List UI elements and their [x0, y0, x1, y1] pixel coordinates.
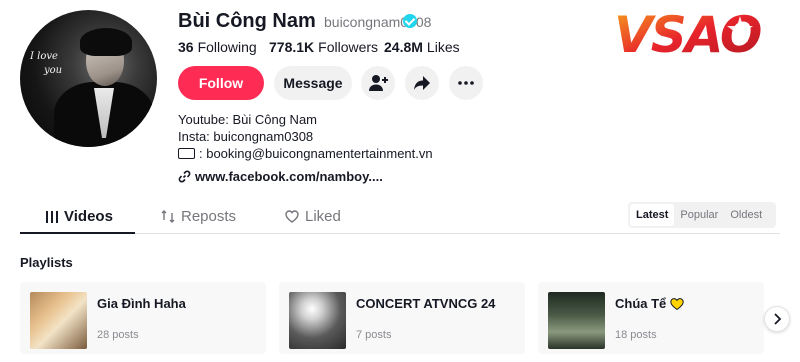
stat-following[interactable]: 36 Following	[178, 39, 257, 55]
playlists-heading: Playlists	[20, 255, 73, 270]
playlist-thumbnail	[30, 292, 87, 349]
tab-videos[interactable]: Videos	[46, 208, 113, 225]
stat-following-label: Following	[197, 39, 257, 55]
playlist-card[interactable]: CONCERT ATVNCG 24 7 posts	[279, 282, 525, 354]
playlist-card[interactable]: Chúa Tể 18 posts	[538, 282, 764, 354]
stat-followers[interactable]: 778.1K Followers	[269, 39, 378, 55]
mail-icon	[178, 148, 195, 159]
stat-following-value: 36	[178, 39, 194, 55]
avatar-script-text: I love you	[30, 50, 62, 78]
stat-likes: 24.8M Likes	[384, 39, 460, 55]
share-icon	[414, 76, 430, 90]
bio-link[interactable]: www.facebook.com/namboy....	[178, 169, 383, 184]
playlist-count: 28 posts	[97, 329, 139, 341]
tab-liked-label: Liked	[305, 208, 341, 225]
bio-youtube: Youtube: Bùi Công Nam	[178, 112, 318, 127]
tab-reposts-label: Reposts	[181, 208, 237, 225]
more-options-button[interactable]	[449, 66, 483, 100]
tab-reposts[interactable]: Reposts	[161, 208, 236, 225]
link-icon	[178, 170, 191, 183]
avatar-hair	[80, 28, 132, 56]
bio-email: : booking@buicongnamentertainment.vn	[178, 146, 433, 161]
profile-name: Bùi Công Nam	[178, 10, 316, 32]
avatar-text-line2: you	[44, 65, 63, 76]
heart-outline-icon	[285, 210, 299, 223]
sort-popular[interactable]: Popular	[674, 204, 724, 226]
stat-followers-label: Followers	[318, 39, 379, 55]
bio-email-text: : booking@buicongnamentertainment.vn	[199, 146, 433, 161]
playlist-count: 18 posts	[615, 329, 657, 341]
sort-latest[interactable]: Latest	[630, 204, 675, 226]
avatar-text-line1: I love	[30, 51, 58, 62]
profile-avatar[interactable]: I love you	[20, 10, 157, 147]
bio-insta: Insta: buicongnam0308	[178, 129, 314, 144]
playlist-title: Chúa Tể	[615, 296, 684, 311]
playlist-title: CONCERT ATVNCG 24	[356, 296, 496, 311]
sort-oldest[interactable]: Oldest	[724, 204, 768, 226]
stat-likes-value: 24.8M	[384, 39, 423, 55]
tab-liked[interactable]: Liked	[285, 208, 341, 225]
stat-likes-label: Likes	[426, 39, 460, 55]
verified-badge-icon	[403, 14, 417, 28]
playlists-next-button[interactable]	[764, 306, 790, 332]
tab-videos-label: Videos	[64, 208, 113, 225]
playlist-thumbnail	[548, 292, 605, 349]
playlist-title-text: Chúa Tể	[615, 296, 667, 311]
share-button[interactable]	[405, 66, 439, 100]
add-user-icon	[369, 75, 388, 91]
vsao-logo: VSAO	[614, 8, 763, 60]
playlist-thumbnail	[289, 292, 346, 349]
playlist-title: Gia Đình Haha	[97, 296, 186, 311]
stat-followers-value: 778.1K	[269, 39, 315, 55]
repost-icon	[161, 210, 175, 223]
playlist-count: 7 posts	[356, 329, 392, 341]
add-friend-button[interactable]	[361, 66, 395, 100]
bio-link-text: www.facebook.com/namboy....	[195, 169, 383, 184]
yellow-heart-icon	[670, 297, 684, 310]
active-tab-underline	[20, 232, 135, 234]
message-button[interactable]: Message	[274, 66, 352, 100]
grid-icon	[46, 210, 58, 223]
more-icon	[458, 81, 474, 85]
sort-toggle: Latest Popular Oldest	[628, 202, 776, 228]
chevron-right-icon	[774, 313, 781, 325]
follow-button[interactable]: Follow	[178, 66, 264, 100]
playlist-card[interactable]: Gia Đình Haha 28 posts	[20, 282, 266, 354]
